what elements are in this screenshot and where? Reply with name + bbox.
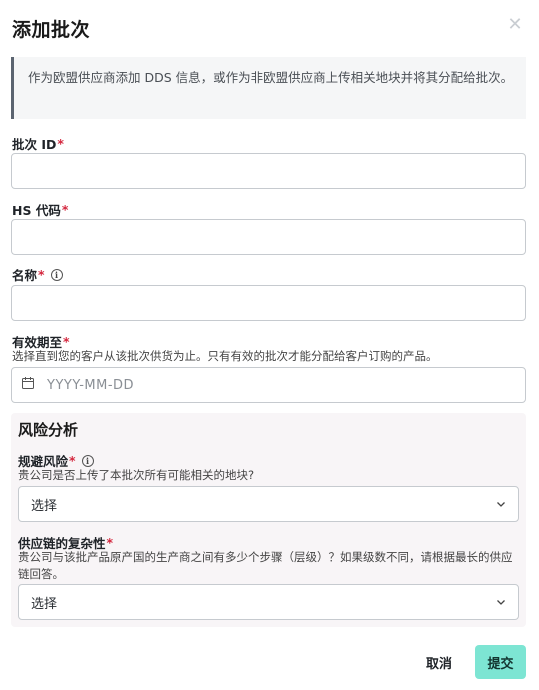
info-icon[interactable]: i	[81, 454, 94, 467]
batch-id-input[interactable]	[11, 153, 526, 189]
valid-until-hint: 选择直到您的客户从该批次供货为止。只有有效的批次才能分配给客户订购的产品。	[12, 349, 438, 363]
chevron-down-icon	[497, 502, 505, 507]
close-icon[interactable]: ✕	[507, 16, 523, 34]
name-label: 名称 * i	[12, 265, 63, 284]
batch-id-label-text: 批次 ID	[12, 137, 57, 152]
hs-code-input[interactable]	[11, 219, 526, 255]
supply-chain-complexity-hint-line1: 贵公司与该批产品原产国的生产商之间有多少个步骤（层级）？如果级数不同，请根据最长…	[18, 550, 513, 564]
hs-code-label-text: HS 代码	[12, 203, 61, 218]
info-callout-text: 作为欧盟供应商添加 DDS 信息，或作为非欧盟供应商上传相关地块并将其分配给批次…	[28, 70, 514, 85]
dialog-title: 添加批次	[12, 19, 91, 41]
supply-chain-complexity-select[interactable]: 选择	[18, 584, 519, 620]
calendar-icon[interactable]	[22, 377, 34, 389]
name-label-text: 名称	[12, 268, 38, 283]
info-callout: 作为欧盟供应商添加 DDS 信息，或作为非欧盟供应商上传相关地块并将其分配给批次…	[11, 57, 526, 119]
submit-button[interactable]: 提交	[475, 645, 526, 679]
chevron-down-icon	[497, 600, 505, 605]
circumvention-risk-select[interactable]: 选择	[18, 486, 519, 522]
required-marker: *	[57, 136, 64, 151]
required-marker: *	[69, 453, 76, 468]
cancel-button[interactable]: 取消	[418, 645, 460, 679]
info-icon[interactable]: i	[50, 268, 63, 281]
risk-analysis-title: 风险分析	[18, 421, 79, 439]
batch-id-label: 批次 ID *	[12, 134, 64, 153]
supply-chain-complexity-selected: 选择	[31, 596, 58, 612]
supply-chain-complexity-hint-line2: 链回答。	[18, 567, 64, 581]
name-input[interactable]	[11, 285, 526, 321]
required-marker: *	[106, 535, 114, 550]
required-marker: *	[63, 334, 70, 349]
hs-code-label: HS 代码 *	[12, 200, 68, 219]
circumvention-risk-selected: 选择	[31, 498, 58, 514]
date-input[interactable]	[11, 367, 526, 403]
required-marker: *	[38, 267, 45, 282]
required-marker: *	[61, 202, 69, 217]
circumvention-risk-hint: 贵公司是否上传了本批次所有可能相关的地块?	[18, 468, 255, 482]
